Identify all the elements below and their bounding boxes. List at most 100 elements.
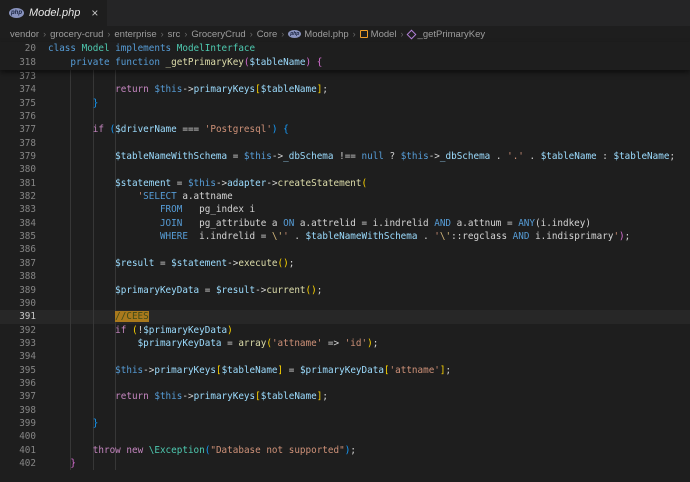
code-line[interactable]: 375 } [0,97,690,110]
sticky-line[interactable]: 20class Model implements ModelInterface [0,42,690,56]
token: . [417,231,434,242]
code-line[interactable]: 374 return $this->primaryKeys[$tableName… [0,83,690,96]
line-number[interactable]: 381 [0,177,48,190]
close-icon[interactable]: × [91,7,98,19]
code-line[interactable]: 399 } [0,417,690,430]
line-number[interactable]: 398 [0,404,48,417]
line-number[interactable]: 392 [0,324,48,337]
code-line[interactable]: 379 $tableNameWithSchema = $this->_dbSch… [0,150,690,163]
line-number[interactable]: 385 [0,230,48,243]
code-line[interactable]: 384 JOIN pg_attribute a ON a.attrelid = … [0,217,690,230]
code-line[interactable]: 392 if (!$primaryKeyData) [0,324,690,337]
token [48,258,115,269]
code-line[interactable]: 381 $statement = $this->adapter->createS… [0,177,690,190]
breadcrumb-separator: › [107,29,110,39]
code-line[interactable]: 383 FROM pg_index i [0,203,690,216]
line-number[interactable]: 395 [0,364,48,377]
line-number[interactable]: 318 [0,56,48,70]
token: -> [143,365,154,376]
line-number[interactable]: 379 [0,150,48,163]
code-line[interactable]: 373 [0,70,690,83]
line-number[interactable]: 382 [0,190,48,203]
breadcrumb-item-model-php[interactable]: phpModel.php [288,29,348,40]
token: $driverName [115,124,182,135]
code-line[interactable]: 385 WHERE i.indrelid = \'' . $tableNameW… [0,230,690,243]
code-line[interactable]: 397 return $this->primaryKeys[$tableName… [0,390,690,403]
breadcrumb-item--getprimarykey[interactable]: _getPrimaryKey [408,29,486,40]
code-line[interactable]: 386 [0,243,690,256]
code-area[interactable]: 373374 return $this->primaryKeys[$tableN… [0,70,690,470]
code-line[interactable]: 391 //CEES [0,310,690,323]
breadcrumb-item-grocery-crud[interactable]: grocery-crud [50,29,103,40]
token: : [602,151,613,162]
line-number[interactable]: 397 [0,390,48,403]
breadcrumb-item-enterprise[interactable]: enterprise [114,29,156,40]
code-line[interactable]: 380 [0,163,690,176]
code-text: } [48,97,98,110]
sticky-line[interactable]: 318 private function _getPrimaryKey($tab… [0,56,690,70]
code-text: throw new \Exception("Database not suppo… [48,444,356,457]
breadcrumb-item-model[interactable]: Model [360,29,397,40]
line-number[interactable]: 384 [0,217,48,230]
breadcrumb-item-src[interactable]: src [168,29,181,40]
code-line[interactable]: 402 } [0,457,690,470]
tab-model-php[interactable]: php Model.php × [0,0,108,26]
token: $this [115,365,143,376]
line-number[interactable]: 396 [0,377,48,390]
line-number[interactable]: 402 [0,457,48,470]
line-number[interactable]: 376 [0,110,48,123]
line-number[interactable]: 375 [0,97,48,110]
token [48,311,115,322]
breadcrumb-item-core[interactable]: Core [257,29,278,40]
code-text: class Model implements ModelInterface [48,42,255,56]
token: . [289,231,306,242]
line-number[interactable]: 377 [0,123,48,136]
line-number[interactable]: 399 [0,417,48,430]
line-number[interactable]: 373 [0,70,48,83]
code-line[interactable]: 395 $this->primaryKeys[$tableName] = $pr… [0,364,690,377]
code-line[interactable]: 401 throw new \Exception("Database not s… [0,444,690,457]
breadcrumb-item-vendor[interactable]: vendor [10,29,39,40]
token: } [70,458,76,469]
code-line[interactable]: 388 [0,270,690,283]
line-number[interactable]: 401 [0,444,48,457]
breadcrumb-item-grocerycrud[interactable]: GroceryCrud [191,29,245,40]
code-line[interactable]: 393 $primaryKeyData = array('attname' =>… [0,337,690,350]
code-line[interactable]: 377 if ($driverName === 'Postgresql') { [0,123,690,136]
line-number[interactable]: 393 [0,337,48,350]
line-number[interactable]: 383 [0,203,48,216]
line-number[interactable]: 380 [0,163,48,176]
line-number[interactable]: 394 [0,350,48,363]
line-number[interactable]: 400 [0,430,48,443]
code-line[interactable]: 376 [0,110,690,123]
token: FROM [160,204,182,215]
code-line[interactable]: 378 [0,137,690,150]
code-line[interactable]: 389 $primaryKeyData = $result->current()… [0,284,690,297]
token [48,338,138,349]
line-number[interactable]: 374 [0,83,48,96]
line-number[interactable]: 386 [0,243,48,256]
code-line[interactable]: 390 [0,297,690,310]
code-line[interactable]: 396 [0,377,690,390]
line-number[interactable]: 390 [0,297,48,310]
token: primaryKeys [154,365,216,376]
sticky-scroll: 20class Model implements ModelInterface3… [0,42,690,70]
code-line[interactable]: 400 [0,430,690,443]
token [48,325,115,336]
token: = [233,151,244,162]
code-line[interactable]: 382 'SELECT a.attname [0,190,690,203]
line-number[interactable]: 391 [0,310,48,323]
code-line[interactable]: 394 [0,350,690,363]
code-line[interactable]: 387 $result = $statement->execute(); [0,257,690,270]
token: ? [390,151,401,162]
token: $primaryKeyData [138,338,228,349]
line-number[interactable]: 389 [0,284,48,297]
line-number[interactable]: 387 [0,257,48,270]
token [48,124,93,135]
line-number[interactable]: 20 [0,42,48,56]
code-line[interactable]: 398 [0,404,690,417]
php-file-icon: php [9,8,24,18]
line-number[interactable]: 388 [0,270,48,283]
line-number[interactable]: 378 [0,137,48,150]
token: $statement [115,178,177,189]
